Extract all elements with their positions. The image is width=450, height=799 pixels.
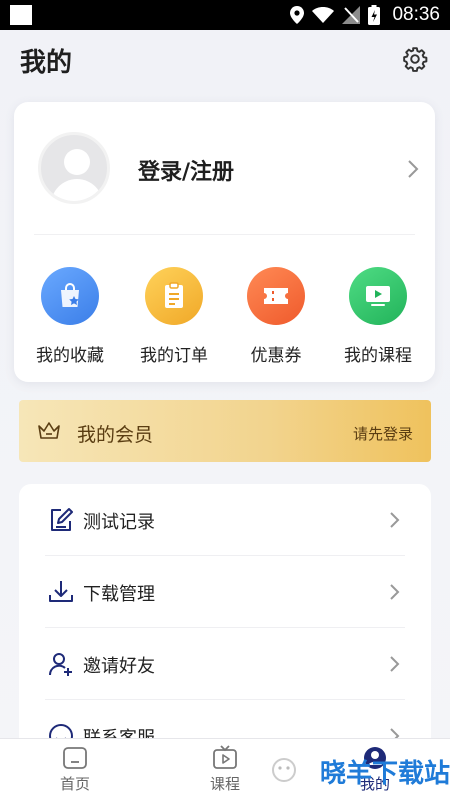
vip-title: 我的会员 bbox=[77, 424, 154, 446]
quick-action-label: 我的订单 bbox=[140, 346, 208, 366]
quick-action-label: 我的课程 bbox=[344, 346, 412, 366]
menu-item-download-manager[interactable]: 下载管理 bbox=[19, 556, 431, 628]
chevron-right-icon bbox=[390, 512, 400, 528]
status-bar: 08:36 bbox=[0, 0, 450, 30]
crown-icon bbox=[38, 422, 60, 439]
wifi-icon bbox=[312, 7, 335, 23]
tab-courses[interactable]: 课程 bbox=[185, 745, 265, 794]
divider bbox=[34, 234, 415, 235]
avatar[interactable] bbox=[38, 132, 110, 204]
chevron-right-icon[interactable] bbox=[406, 159, 420, 179]
tab-label: 课程 bbox=[209, 775, 240, 793]
tab-home[interactable]: 首页 bbox=[35, 745, 115, 794]
menu-item-label: 邀请好友 bbox=[83, 656, 155, 677]
home-icon bbox=[63, 747, 87, 769]
order-clipboard-icon bbox=[145, 267, 203, 325]
quick-action-coupons[interactable]: 优惠券 bbox=[226, 267, 326, 366]
page-title: 我的 bbox=[20, 48, 73, 78]
status-time: 08:36 bbox=[392, 4, 440, 25]
menu-item-label: 测试记录 bbox=[83, 512, 155, 533]
invite-user-icon bbox=[48, 653, 72, 676]
course-video-icon bbox=[349, 267, 407, 325]
quick-action-orders[interactable]: 我的订单 bbox=[124, 267, 224, 366]
edit-record-icon bbox=[51, 508, 73, 531]
watermark-text: 晓羊下载站 bbox=[320, 758, 450, 789]
quick-action-label: 优惠券 bbox=[250, 346, 302, 366]
quick-action-courses[interactable]: 我的课程 bbox=[328, 267, 428, 366]
vip-login-prompt[interactable]: 请先登录 bbox=[353, 423, 413, 444]
favorites-bag-icon bbox=[41, 267, 99, 325]
notification-icon bbox=[10, 5, 32, 25]
coupon-ticket-icon bbox=[247, 267, 305, 325]
quick-action-label: 我的收藏 bbox=[36, 346, 104, 366]
menu-item-invite-friends[interactable]: 邀请好友 bbox=[19, 628, 431, 700]
login-register-link[interactable]: 登录/注册 bbox=[138, 154, 234, 186]
course-tv-icon bbox=[213, 745, 237, 769]
gear-icon[interactable] bbox=[402, 46, 428, 72]
quick-action-favorites[interactable]: 我的收藏 bbox=[20, 267, 120, 366]
chevron-right-icon bbox=[390, 584, 400, 600]
watermark: 晓羊下载站 bbox=[258, 748, 450, 796]
vip-membership-bar[interactable]: 我的会员 请先登录 bbox=[19, 400, 431, 462]
menu-item-label: 下载管理 bbox=[83, 584, 155, 605]
status-icons: 08:36 bbox=[290, 0, 440, 30]
menu-item-test-records[interactable]: 测试记录 bbox=[19, 484, 431, 556]
tab-label: 首页 bbox=[59, 775, 90, 793]
profile-card: 登录/注册 我的收藏 我的订单 优惠券 我的课程 bbox=[14, 102, 435, 382]
battery-icon bbox=[368, 5, 381, 25]
location-icon bbox=[290, 6, 305, 24]
signal-icon bbox=[342, 6, 361, 24]
download-icon bbox=[49, 581, 73, 602]
chevron-right-icon bbox=[390, 656, 400, 672]
